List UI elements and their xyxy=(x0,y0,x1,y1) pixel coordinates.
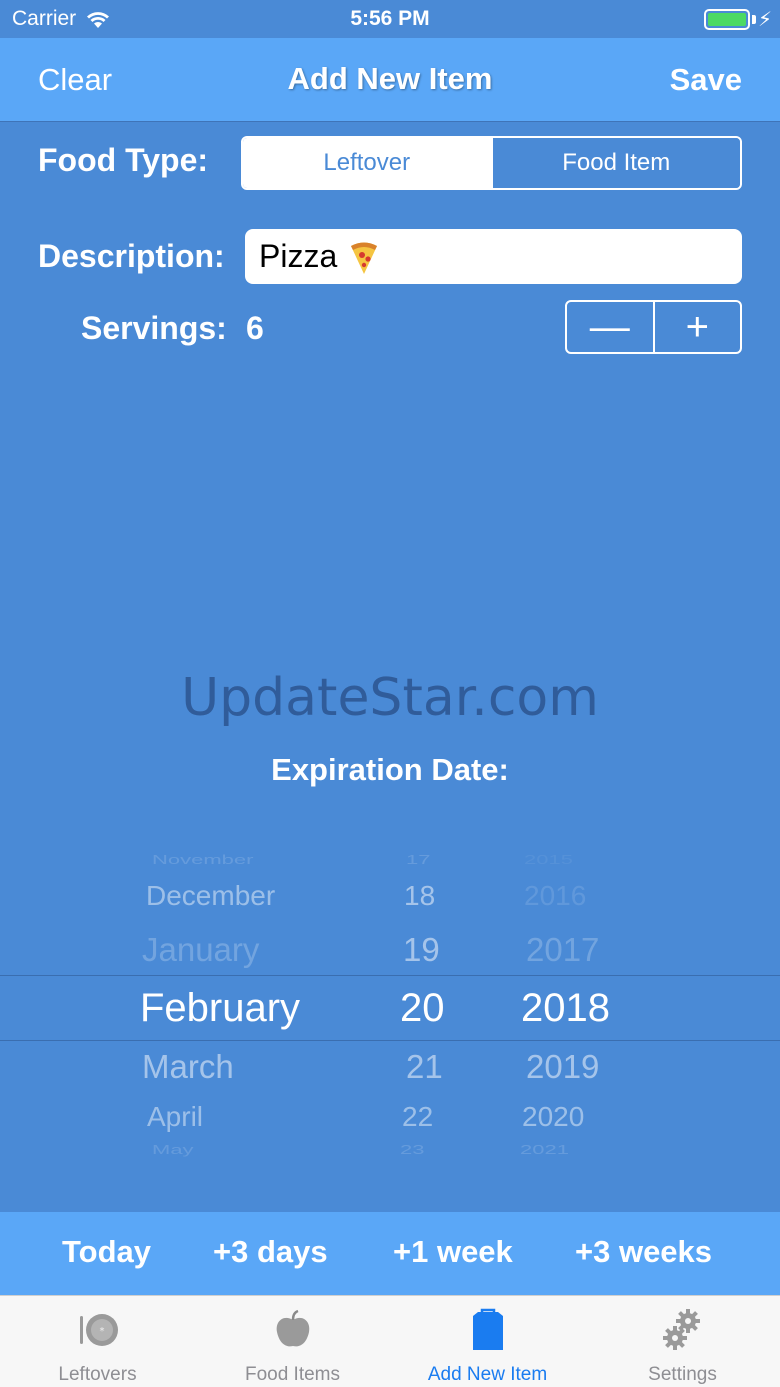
tab-label: Settings xyxy=(648,1364,717,1385)
picker-month[interactable]: November xyxy=(152,852,253,868)
food-type-label: Food Type: xyxy=(38,142,209,178)
tab-label: Add New Item xyxy=(427,1364,548,1385)
picker-selection-band xyxy=(0,975,780,1041)
expiration-date-picker[interactable]: November December January February March… xyxy=(0,835,780,1175)
battery-icon xyxy=(704,9,750,30)
plus-3-weeks-button[interactable]: +3 weeks xyxy=(575,1234,712,1270)
plus-1-week-button[interactable]: +1 week xyxy=(393,1234,513,1270)
picker-year[interactable]: 2016 xyxy=(524,880,586,912)
tab-food-items[interactable]: Food Items xyxy=(195,1296,390,1387)
tab-label: Leftovers xyxy=(58,1364,137,1385)
picker-day-selected[interactable]: 20 xyxy=(400,986,445,1031)
decrement-button[interactable]: — xyxy=(567,302,653,352)
status-time: 5:56 PM xyxy=(350,7,430,30)
segment-food-item[interactable]: Food Item xyxy=(490,138,740,188)
tab-leftovers[interactable]: * Leftovers xyxy=(0,1296,195,1387)
food-type-segmented-control: Leftover Food Item xyxy=(241,136,742,190)
pizza-icon xyxy=(347,240,379,274)
today-button[interactable]: Today xyxy=(62,1234,151,1270)
picker-month-selected[interactable]: February xyxy=(140,986,300,1031)
tab-bar: * Leftovers Food Items Add New Item Sett… xyxy=(0,1295,780,1387)
picker-day[interactable]: 23 xyxy=(400,1142,424,1158)
status-bar: Carrier 5:56 PM ⚡ xyxy=(0,0,780,38)
picker-day[interactable]: 22 xyxy=(402,1101,433,1133)
description-label: Description: xyxy=(38,238,225,274)
picker-day[interactable]: 19 xyxy=(403,931,440,969)
increment-button[interactable]: + xyxy=(652,302,741,352)
picker-year-selected[interactable]: 2018 xyxy=(521,986,610,1031)
picker-day[interactable]: 18 xyxy=(404,880,435,912)
picker-year[interactable]: 2019 xyxy=(526,1048,599,1086)
description-input[interactable]: Pizza xyxy=(245,229,742,284)
picker-day[interactable]: 17 xyxy=(406,852,430,868)
servings-stepper: — + xyxy=(565,300,742,354)
save-button[interactable]: Save xyxy=(670,62,742,98)
svg-text:*: * xyxy=(99,1326,104,1337)
picker-month[interactable]: March xyxy=(142,1048,234,1086)
picker-year[interactable]: 2021 xyxy=(520,1142,569,1158)
apple-icon xyxy=(276,1309,309,1347)
watermark: UpdateStar.com xyxy=(181,668,599,728)
quick-date-bar: Today +3 days +1 week +3 weeks xyxy=(0,1212,780,1295)
description-value: Pizza xyxy=(259,238,338,274)
tab-add-new-item[interactable]: Add New Item xyxy=(390,1296,585,1387)
bag-icon xyxy=(472,1308,503,1350)
plate-icon: * xyxy=(79,1314,118,1346)
tab-settings[interactable]: Settings xyxy=(585,1296,780,1387)
picker-year[interactable]: 2017 xyxy=(526,931,599,969)
charging-bolt-icon: ⚡ xyxy=(757,9,772,31)
picker-month[interactable]: January xyxy=(142,931,259,969)
gears-icon xyxy=(662,1309,700,1350)
picker-month[interactable]: May xyxy=(152,1142,194,1158)
navigation-bar: Clear Add New Item Save xyxy=(0,38,780,122)
segment-leftover[interactable]: Leftover xyxy=(243,138,491,188)
picker-year[interactable]: 2020 xyxy=(522,1101,584,1133)
picker-year[interactable]: 2015 xyxy=(524,852,573,868)
page-title: Add New Item xyxy=(287,61,493,96)
servings-label: Servings: xyxy=(81,310,227,346)
picker-month[interactable]: April xyxy=(147,1101,203,1133)
picker-day[interactable]: 21 xyxy=(406,1048,443,1086)
plus-3-days-button[interactable]: +3 days xyxy=(213,1234,328,1270)
tab-label: Food Items xyxy=(244,1364,341,1385)
expiration-date-label: Expiration Date: xyxy=(271,752,509,787)
servings-value: 6 xyxy=(246,310,264,346)
battery-cap xyxy=(752,15,756,24)
picker-month[interactable]: December xyxy=(146,880,275,912)
